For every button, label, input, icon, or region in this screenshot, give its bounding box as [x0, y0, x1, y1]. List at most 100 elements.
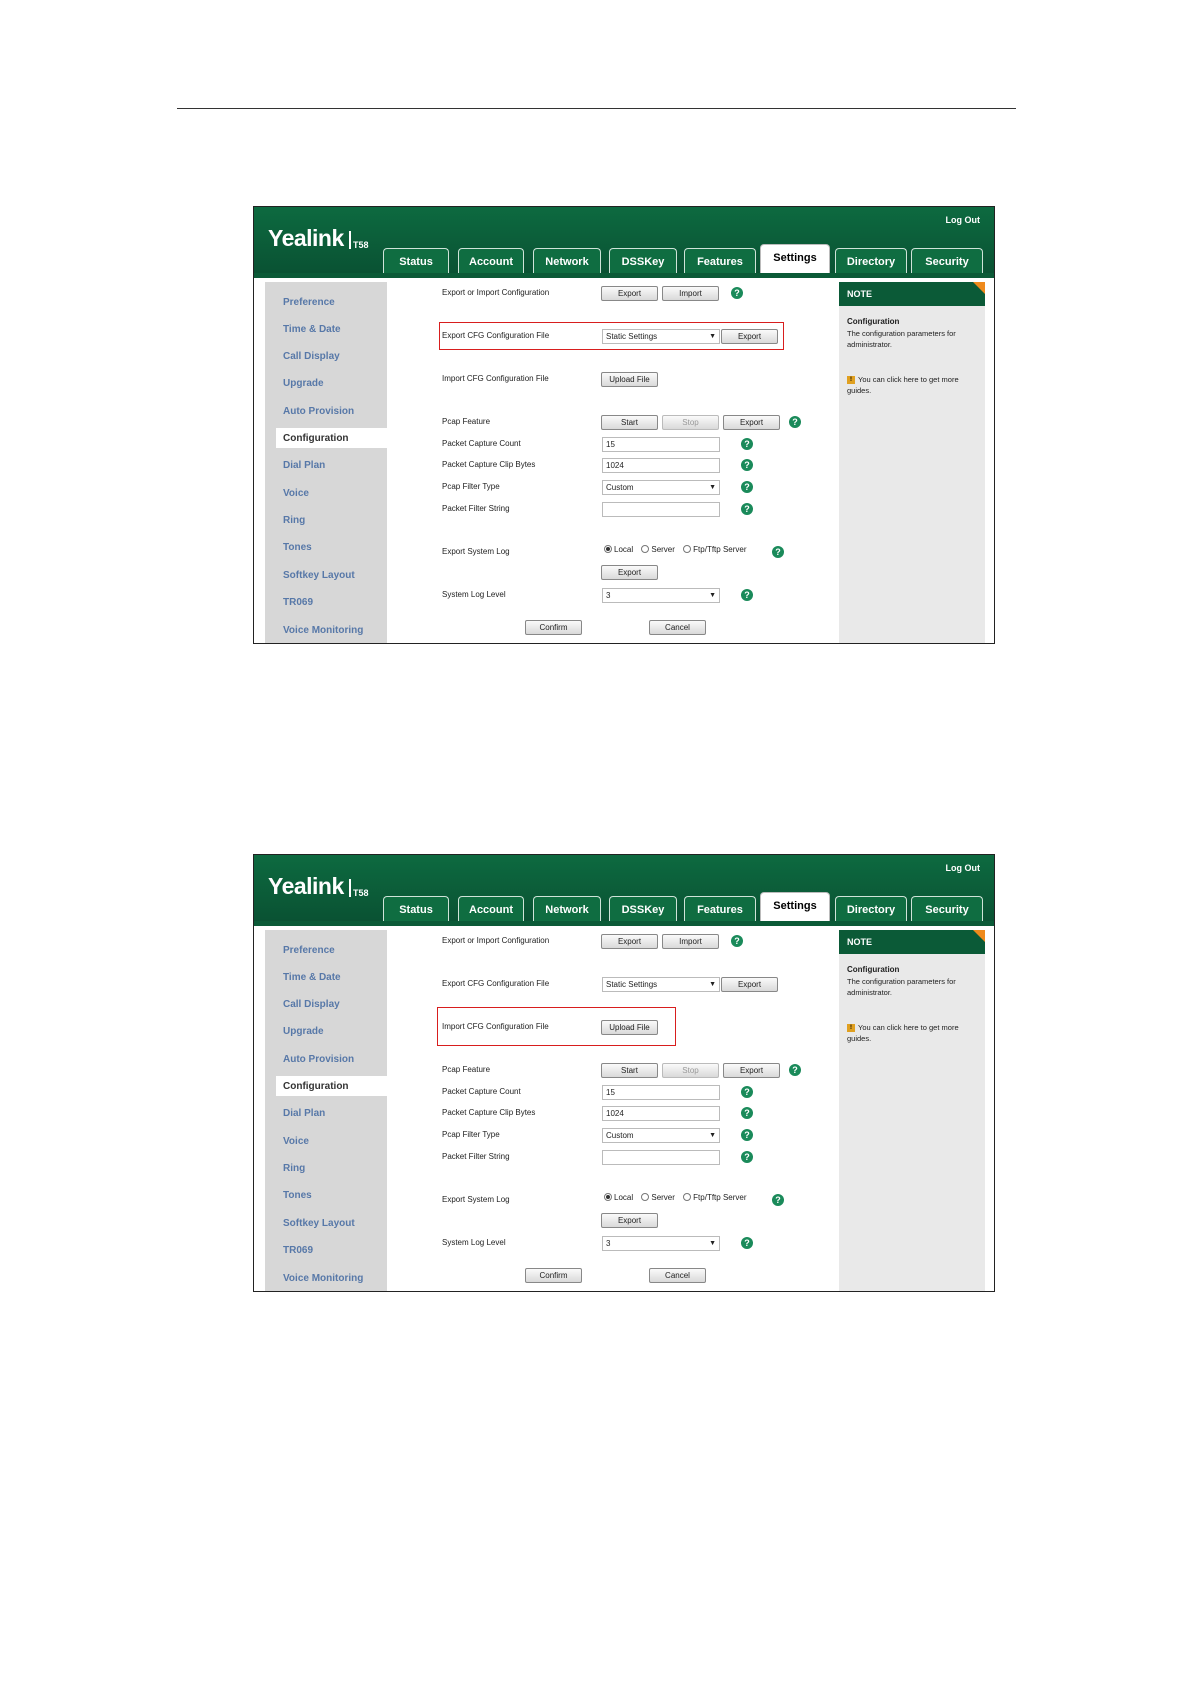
radio-button-selected[interactable]	[604, 544, 612, 553]
filter-type-select[interactable]: Custom ▼	[602, 480, 720, 495]
tab-features[interactable]: Features	[684, 248, 756, 273]
cancel-button[interactable]: Cancel	[649, 1268, 706, 1283]
pcap-stop-button[interactable]: Stop	[662, 415, 719, 430]
filter-string-input[interactable]	[602, 1150, 720, 1165]
export-cfg-select[interactable]: Static Settings ▼	[602, 977, 720, 992]
tab-settings[interactable]: Settings	[760, 244, 830, 273]
tab-account[interactable]: Account	[458, 248, 524, 273]
help-icon[interactable]: ?	[741, 1129, 753, 1141]
sidebar-item-dial-plan[interactable]: Dial Plan	[283, 460, 325, 471]
import-config-button[interactable]: Import	[662, 286, 719, 301]
tab-account[interactable]: Account	[458, 896, 524, 921]
tab-directory[interactable]: Directory	[835, 896, 907, 921]
syslog-export-button[interactable]: Export	[601, 565, 658, 580]
pcap-stop-button[interactable]: Stop	[662, 1063, 719, 1078]
sidebar-item-voice[interactable]: Voice	[283, 1136, 309, 1147]
help-icon[interactable]: ?	[731, 287, 743, 299]
logout-link[interactable]: Log Out	[946, 863, 981, 873]
pcap-export-button[interactable]: Export	[723, 415, 780, 430]
sidebar-item-tones[interactable]: Tones	[283, 1190, 312, 1201]
help-icon[interactable]: ?	[741, 1237, 753, 1249]
log-level-select[interactable]: 3 ▼	[602, 588, 720, 603]
help-icon[interactable]: ?	[789, 1064, 801, 1076]
help-icon[interactable]: ?	[741, 1151, 753, 1163]
sidebar-item-tr069[interactable]: TR069	[283, 597, 313, 608]
sidebar-item-softkey-layout[interactable]: Softkey Layout	[283, 1218, 355, 1229]
cancel-button[interactable]: Cancel	[649, 620, 706, 635]
export-cfg-button[interactable]: Export	[721, 977, 778, 992]
sidebar-item-call-display[interactable]: Call Display	[283, 351, 340, 362]
help-icon[interactable]: ?	[741, 459, 753, 471]
tab-status[interactable]: Status	[383, 896, 449, 921]
sidebar-item-dial-plan[interactable]: Dial Plan	[283, 1108, 325, 1119]
radio-button[interactable]	[683, 1192, 692, 1201]
note-guide[interactable]: ! You can click here to get more guides.	[847, 1022, 977, 1044]
tab-security[interactable]: Security	[911, 896, 983, 921]
sidebar-item-ring[interactable]: Ring	[283, 1163, 305, 1174]
sidebar-item-upgrade[interactable]: Upgrade	[283, 378, 324, 389]
sidebar-item-upgrade[interactable]: Upgrade	[283, 1026, 324, 1037]
clip-bytes-input[interactable]: 1024	[602, 458, 720, 473]
sidebar-item-preference[interactable]: Preference	[283, 297, 335, 308]
help-icon[interactable]: ?	[741, 1086, 753, 1098]
sidebar-item-voice[interactable]: Voice	[283, 488, 309, 499]
help-icon[interactable]: ?	[741, 589, 753, 601]
import-config-button[interactable]: Import	[662, 934, 719, 949]
help-icon[interactable]: ?	[789, 416, 801, 428]
clip-bytes-input[interactable]: 1024	[602, 1106, 720, 1121]
sidebar-item-preference[interactable]: Preference	[283, 945, 335, 956]
tab-network[interactable]: Network	[533, 896, 601, 921]
sidebar-item-configuration[interactable]: Configuration	[283, 1081, 349, 1092]
sidebar-item-configuration[interactable]: Configuration	[283, 433, 349, 444]
sidebar-item-auto-provision[interactable]: Auto Provision	[283, 1054, 354, 1065]
radio-button[interactable]	[641, 544, 650, 553]
radio-ftp[interactable]: Ftp/Tftp Server	[683, 1192, 747, 1202]
sidebar-item-call-display[interactable]: Call Display	[283, 999, 340, 1010]
tab-dsskey[interactable]: DSSKey	[609, 896, 677, 921]
radio-button-selected[interactable]	[604, 1192, 612, 1201]
radio-server[interactable]: Server	[641, 544, 675, 554]
filter-type-select[interactable]: Custom ▼	[602, 1128, 720, 1143]
sidebar-item-tr069[interactable]: TR069	[283, 1245, 313, 1256]
filter-string-input[interactable]	[602, 502, 720, 517]
help-icon[interactable]: ?	[741, 438, 753, 450]
radio-ftp[interactable]: Ftp/Tftp Server	[683, 544, 747, 554]
help-icon[interactable]: ?	[772, 546, 784, 558]
upload-file-button[interactable]: Upload File	[601, 372, 658, 387]
help-icon[interactable]: ?	[741, 1107, 753, 1119]
sidebar-item-ring[interactable]: Ring	[283, 515, 305, 526]
tab-directory[interactable]: Directory	[835, 248, 907, 273]
log-level-select[interactable]: 3 ▼	[602, 1236, 720, 1251]
radio-button[interactable]	[641, 1192, 650, 1201]
tab-features[interactable]: Features	[684, 896, 756, 921]
help-icon[interactable]: ?	[772, 1194, 784, 1206]
note-guide[interactable]: ! You can click here to get more guides.	[847, 374, 977, 396]
export-config-button[interactable]: Export	[601, 934, 658, 949]
capture-count-input[interactable]: 15	[602, 437, 720, 452]
sidebar-item-time-date[interactable]: Time & Date	[283, 324, 341, 335]
syslog-export-button[interactable]: Export	[601, 1213, 658, 1228]
help-icon[interactable]: ?	[741, 481, 753, 493]
export-config-button[interactable]: Export	[601, 286, 658, 301]
radio-local[interactable]: Local	[604, 1192, 633, 1202]
radio-local[interactable]: Local	[604, 544, 633, 554]
tab-dsskey[interactable]: DSSKey	[609, 248, 677, 273]
sidebar-item-voice-monitoring[interactable]: Voice Monitoring	[283, 1273, 363, 1284]
help-icon[interactable]: ?	[731, 935, 743, 947]
capture-count-input[interactable]: 15	[602, 1085, 720, 1100]
sidebar-item-time-date[interactable]: Time & Date	[283, 972, 341, 983]
tab-settings[interactable]: Settings	[760, 892, 830, 921]
sidebar-item-auto-provision[interactable]: Auto Provision	[283, 406, 354, 417]
radio-button[interactable]	[683, 544, 692, 553]
sidebar-item-voice-monitoring[interactable]: Voice Monitoring	[283, 625, 363, 636]
confirm-button[interactable]: Confirm	[525, 1268, 582, 1283]
sidebar-item-softkey-layout[interactable]: Softkey Layout	[283, 570, 355, 581]
pcap-start-button[interactable]: Start	[601, 415, 658, 430]
tab-network[interactable]: Network	[533, 248, 601, 273]
tab-security[interactable]: Security	[911, 248, 983, 273]
radio-server[interactable]: Server	[641, 1192, 675, 1202]
pcap-start-button[interactable]: Start	[601, 1063, 658, 1078]
sidebar-item-tones[interactable]: Tones	[283, 542, 312, 553]
confirm-button[interactable]: Confirm	[525, 620, 582, 635]
pcap-export-button[interactable]: Export	[723, 1063, 780, 1078]
